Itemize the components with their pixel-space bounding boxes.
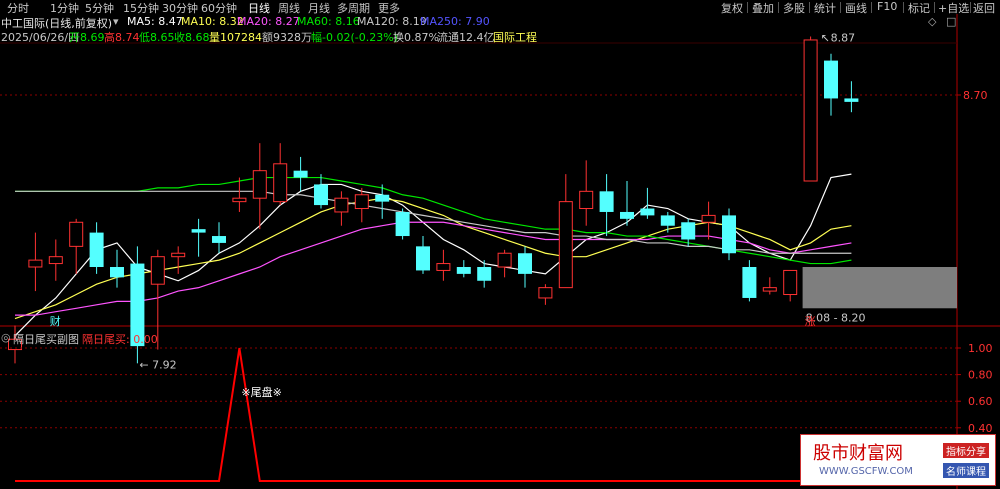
candle-body-up xyxy=(701,214,716,223)
candle-body-down xyxy=(191,229,206,233)
candle-body-down xyxy=(375,194,390,202)
candle-body-up xyxy=(171,252,186,258)
support-range-box xyxy=(802,267,957,309)
candle-body-up xyxy=(273,163,288,203)
candle-body-down xyxy=(824,60,838,99)
candle-body-up xyxy=(252,170,267,199)
candle-body-up xyxy=(28,259,43,268)
sub-tick-label: 1.00 xyxy=(968,342,993,355)
candle-body-up xyxy=(69,221,84,247)
candle-body-up xyxy=(232,197,247,203)
candle-body-down xyxy=(456,267,471,274)
candle-body-up xyxy=(558,201,573,289)
chart-canvas[interactable]: 8.70↖ 8.87← 7.928.08 - 8.20财 涨1.000.800.60… xyxy=(0,0,1000,489)
watermark-url: WWW.GSCFW.COM xyxy=(819,466,913,477)
candle-body-down xyxy=(416,246,430,271)
candle-body-down xyxy=(110,267,124,278)
candle-body-up xyxy=(579,190,594,210)
indicator-name: 隔日尾买副图 xyxy=(13,333,79,346)
candle-body-up xyxy=(497,252,512,268)
low-price-label: ← 7.92 xyxy=(139,358,176,371)
price-tick-label: 8.70 xyxy=(963,89,988,102)
candle-body-down xyxy=(722,215,736,254)
candle-body-up xyxy=(48,256,63,265)
candle-body-down xyxy=(89,232,104,267)
candle-body-up xyxy=(803,39,818,182)
cai-marker: 财 xyxy=(50,314,61,328)
indicator-value: 隔日尾买: 0.00 xyxy=(82,333,158,346)
high-price-label: 8.87 xyxy=(831,32,856,45)
candle-body-up xyxy=(334,197,349,213)
candle-body-down xyxy=(742,267,757,298)
candle-body-up xyxy=(783,269,798,296)
sub-tick-label: 0.80 xyxy=(968,369,993,382)
candle-body-down xyxy=(314,184,328,206)
high-arrow: ↖ xyxy=(821,32,830,45)
candle-body-up xyxy=(762,287,777,292)
candle-body-down xyxy=(620,211,634,219)
candle-body-down xyxy=(212,236,226,243)
candle-body-down xyxy=(477,267,492,281)
candle-body-down xyxy=(844,98,859,102)
zhang-marker: 涨 xyxy=(805,315,816,328)
watermark-tag-share: 指标分享 xyxy=(943,443,989,458)
candle-body-down xyxy=(395,211,410,237)
watermark-tag-course: 名师课程 xyxy=(943,463,989,478)
watermark-site: 股市财富网 xyxy=(813,443,903,464)
candle-body-down xyxy=(660,215,675,226)
candle-body-up xyxy=(354,194,369,210)
candle-body-down xyxy=(293,170,308,178)
candle-body-down xyxy=(640,208,655,216)
sub-tick-label: 0.40 xyxy=(968,422,993,435)
candle-body-up xyxy=(538,287,553,299)
sub-tick-label: 0.60 xyxy=(968,395,993,408)
candle-body-down xyxy=(599,191,614,212)
candle-body-down xyxy=(681,222,696,240)
candle-body-up xyxy=(150,256,165,285)
watermark-logo: 股市财富网 WWW.GSCFW.COM 指标分享 名师课程 xyxy=(800,434,996,486)
sub-chart-toggle-icon[interactable]: ◎ xyxy=(1,331,11,344)
candle-body-up xyxy=(436,263,451,271)
candle-body-down xyxy=(518,253,532,274)
tail-annotation: ※尾盘※ xyxy=(241,385,281,399)
